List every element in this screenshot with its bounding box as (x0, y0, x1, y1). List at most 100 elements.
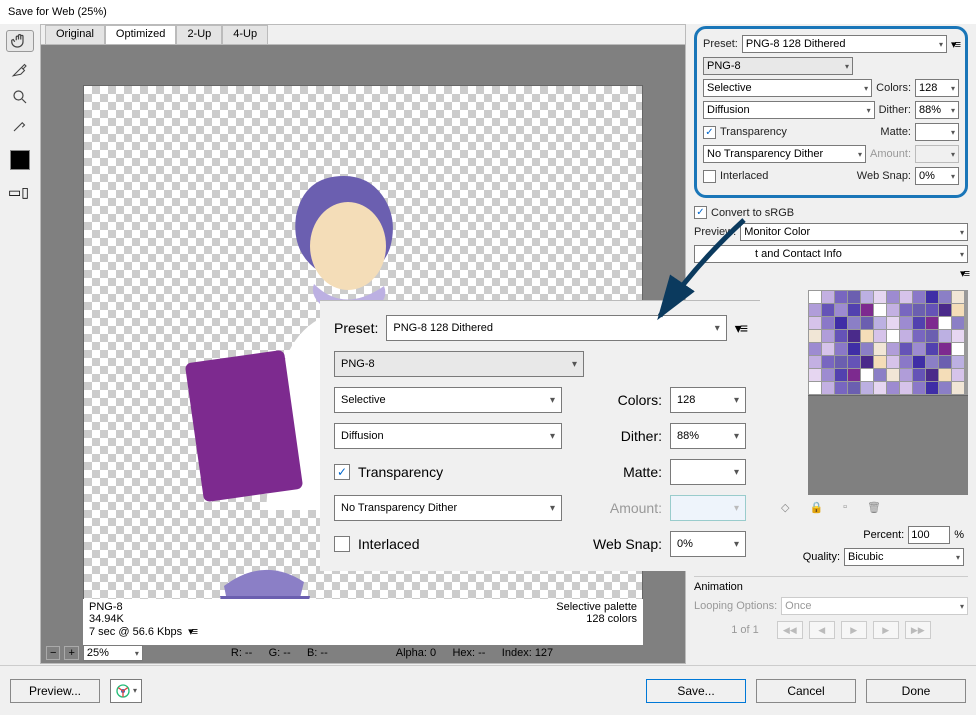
m-interlaced-label: Interlaced (358, 536, 419, 552)
hand-tool-icon[interactable] (6, 30, 34, 52)
info-hex: Hex: -- (452, 647, 485, 659)
m-trans-dither-select[interactable]: No Transparency Dither▾ (334, 495, 562, 521)
slice-tool-icon[interactable] (6, 58, 34, 80)
m-colors-label: Colors: (618, 392, 662, 408)
m-dither-select[interactable]: 88%▾ (670, 423, 746, 449)
window-title: Save for Web (25%) (8, 6, 107, 18)
color-table-empty (808, 395, 968, 495)
tab-2up[interactable]: 2-Up (176, 25, 222, 44)
percent-label: Percent: (863, 529, 904, 541)
tab-4up[interactable]: 4-Up (222, 25, 268, 44)
m-dither-label: Dither: (621, 428, 662, 444)
dither-method-select[interactable]: Diffusion▾ (703, 101, 875, 119)
filetype-select[interactable]: PNG-8▾ (703, 57, 853, 75)
convert-srgb-checkbox[interactable]: ✓ (694, 206, 707, 219)
preview-select[interactable]: Monitor Color▾ (740, 223, 968, 241)
percent-unit: % (954, 529, 964, 541)
play-button: ▶ (841, 621, 867, 639)
next-frame-button: ▶ (873, 621, 899, 639)
done-button[interactable]: Done (866, 679, 966, 703)
matte-select[interactable]: ▾ (915, 123, 959, 141)
color-table-menu-icon[interactable]: ▾≡ (960, 267, 968, 280)
m-transparency-checkbox[interactable]: ✓ (334, 464, 350, 480)
info-bar: − + 25%▾ R: -- G: -- B: -- Alpha: 0 Hex:… (40, 643, 686, 663)
metadata-select[interactable]: t and Contact Info▾ (694, 245, 968, 263)
tab-optimized[interactable]: Optimized (105, 25, 177, 44)
dither-select[interactable]: 88%▾ (915, 101, 959, 119)
amount-select: ▾ (915, 145, 959, 163)
cancel-button[interactable]: Cancel (756, 679, 856, 703)
preview-button[interactable]: Preview... (10, 679, 100, 703)
color-swatch-tool[interactable] (10, 150, 30, 170)
websnap-label: Web Snap: (857, 170, 911, 182)
m-matte-select[interactable]: ▾ (670, 459, 746, 485)
delete-icon[interactable]: 🗑 (867, 501, 881, 514)
info-r: R: -- (231, 647, 252, 659)
save-button[interactable]: Save... (646, 679, 746, 703)
settings-highlight: Preset: PNG-8 128 Dithered▾ ▾≡ PNG-8▾ Se… (694, 26, 968, 198)
m-dither-method-select[interactable]: Diffusion▾ (334, 423, 562, 449)
convert-srgb-label: Convert to sRGB (711, 207, 794, 219)
preset-menu-icon[interactable]: ▾≡ (951, 38, 959, 51)
eyedropper-palette-icon[interactable]: ◇ (781, 501, 789, 514)
matte-label: Matte: (880, 126, 911, 138)
looping-select: Once▾ (781, 597, 968, 615)
m-websnap-label: Web Snap: (593, 536, 662, 552)
stat-format: PNG-8 (89, 601, 123, 613)
lock-icon[interactable]: 🔒 (809, 501, 823, 514)
reduction-select[interactable]: Selective▾ (703, 79, 872, 97)
slice-visibility-icon[interactable]: ▭▯ (8, 184, 32, 194)
last-frame-button: ▶▶ (905, 621, 931, 639)
info-index: Index: 127 (502, 647, 553, 659)
eyedropper-tool-icon[interactable] (6, 114, 34, 136)
looping-label: Looping Options: (694, 600, 777, 612)
interlaced-checkbox[interactable] (703, 170, 716, 183)
zoom-tool-icon[interactable] (6, 86, 34, 108)
m-preset-select[interactable]: PNG-8 128 Dithered▾ (386, 315, 726, 341)
colors-select[interactable]: 128▾ (915, 79, 959, 97)
title-bar: Save for Web (25%) (0, 0, 976, 24)
preview-label: Preview: (694, 226, 736, 238)
trans-dither-select[interactable]: No Transparency Dither▾ (703, 145, 866, 163)
new-color-icon[interactable]: ▫ (843, 501, 847, 514)
transparency-checkbox[interactable]: ✓ (703, 126, 716, 139)
tab-original[interactable]: Original (45, 25, 105, 44)
magnified-inset: Preset: PNG-8 128 Dithered▾ ▾≡ PNG-8▾ Se… (320, 300, 760, 571)
transparency-label: Transparency (720, 126, 787, 138)
prev-frame-button: ◀ (809, 621, 835, 639)
m-interlaced-checkbox[interactable] (334, 536, 350, 552)
first-frame-button: ◀◀ (777, 621, 803, 639)
amount-label: Amount: (870, 148, 911, 160)
stat-time: 7 sec @ 56.6 Kbps (89, 626, 182, 638)
quality-label: Quality: (803, 551, 840, 563)
playback-controls: 1 of 1 ◀◀ ◀ ▶ ▶ ▶▶ (694, 621, 968, 639)
preset-select[interactable]: PNG-8 128 Dithered▾ (742, 35, 947, 53)
m-filetype-select[interactable]: PNG-8▾ (334, 351, 584, 377)
stat-size: 34.94K (89, 613, 124, 625)
m-colors-select[interactable]: 128▾ (670, 387, 746, 413)
tool-strip: ▭▯ (0, 24, 40, 664)
m-reduction-select[interactable]: Selective▾ (334, 387, 562, 413)
zoom-select[interactable]: 25%▾ (83, 645, 143, 661)
m-preset-menu-icon[interactable]: ▾≡ (735, 320, 746, 337)
m-transparency-label: Transparency (358, 464, 443, 480)
percent-input[interactable] (908, 526, 950, 544)
stats-menu-icon[interactable]: ▾≡ (188, 625, 196, 638)
browser-preview-select[interactable]: ▾ (110, 679, 142, 703)
info-alpha: Alpha: 0 (396, 647, 436, 659)
info-minus-icon[interactable]: − (46, 646, 60, 660)
stat-palette: Selective palette (556, 601, 637, 613)
websnap-select[interactable]: 0%▾ (915, 167, 959, 185)
m-websnap-select[interactable]: 0%▾ (670, 531, 746, 557)
stat-colors: 128 colors (586, 613, 637, 625)
info-b: B: -- (307, 647, 328, 659)
info-plus-icon[interactable]: + (64, 646, 78, 660)
interlaced-label: Interlaced (720, 170, 768, 182)
preset-label: Preset: (703, 38, 738, 50)
colors-label: Colors: (876, 82, 911, 94)
color-table[interactable] (808, 290, 968, 395)
quality-select[interactable]: Bicubic▾ (844, 548, 964, 566)
m-amount-select: ▾ (670, 495, 746, 521)
animation-section: Animation Looping Options: Once▾ 1 of 1 … (694, 576, 968, 639)
tab-strip: Original Optimized 2-Up 4-Up (41, 25, 685, 45)
